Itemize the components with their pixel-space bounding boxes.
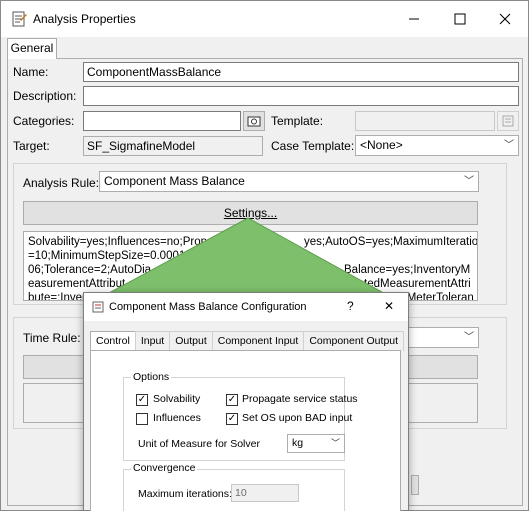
dialog-app-icon bbox=[92, 301, 104, 313]
case-template-label: Case Template: bbox=[271, 139, 355, 153]
max-iterations-field[interactable]: 10 bbox=[231, 484, 299, 502]
categories-label: Categories: bbox=[13, 114, 75, 128]
checkmark-icon: ✓ bbox=[227, 413, 237, 424]
description-label: Description: bbox=[13, 89, 77, 103]
influences-label: Influences bbox=[153, 412, 201, 424]
max-iterations-label: Maximum iterations: bbox=[138, 488, 232, 500]
tab-control[interactable]: Control bbox=[90, 331, 136, 352]
analysis-rule-dropdown[interactable]: Component Mass Balance ﹀ bbox=[99, 171, 479, 192]
template-icon bbox=[502, 115, 514, 127]
chevron-down-icon: ﹀ bbox=[330, 438, 340, 448]
config-line-2: =10;MinimumStepSize=0.0001 bbox=[28, 250, 186, 262]
tab-input[interactable]: Input bbox=[134, 331, 171, 351]
config-line-1b: yes;AutoOS=yes;MaximumIterations bbox=[304, 236, 478, 248]
browse-icon bbox=[247, 116, 261, 127]
chevron-down-icon: ﹀ bbox=[464, 176, 474, 187]
convergence-group-label: Convergence bbox=[131, 462, 198, 474]
template-browse-button[interactable] bbox=[497, 111, 519, 131]
config-line-3b: Balance=yes;InventoryM bbox=[344, 264, 471, 276]
dialog-title-bar[interactable]: Component Mass Balance Configuration ? ✕ bbox=[84, 293, 408, 321]
set-os-checkbox[interactable]: ✓ bbox=[226, 413, 238, 425]
tab-component-output[interactable]: Component Output bbox=[303, 331, 405, 351]
target-field: SF_SigmafineModel bbox=[83, 136, 263, 156]
name-field[interactable]: ComponentMassBalance bbox=[83, 62, 519, 82]
influences-checkbox[interactable] bbox=[136, 413, 148, 425]
categories-browse-button[interactable] bbox=[243, 111, 265, 131]
set-os-label: Set OS upon BAD input bbox=[242, 412, 353, 424]
config-line-5b: =MeterToleran bbox=[400, 292, 474, 301]
dialog-tabs: Control Input Output Component Input Com… bbox=[90, 331, 405, 352]
uom-value: kg bbox=[292, 437, 304, 449]
uom-dropdown[interactable]: kg ﹀ bbox=[287, 434, 345, 453]
time-rule-label: Time Rule: bbox=[23, 331, 81, 345]
maximize-button[interactable] bbox=[437, 1, 483, 37]
window-title: Analysis Properties bbox=[33, 12, 136, 26]
propagate-service-status-checkbox[interactable]: ✓ bbox=[226, 394, 238, 406]
minimize-icon bbox=[409, 18, 419, 20]
propagate-service-status-label: Propagate service status bbox=[242, 393, 358, 405]
case-template-value: <None> bbox=[360, 138, 403, 152]
tab-strip bbox=[1, 37, 528, 59]
checkmark-icon: ✓ bbox=[227, 394, 237, 405]
tab-output[interactable]: Output bbox=[169, 331, 213, 351]
properties-icon bbox=[12, 11, 27, 27]
analysis-rule-value: Component Mass Balance bbox=[104, 174, 245, 188]
chevron-down-icon: ﹀ bbox=[504, 140, 514, 151]
solvability-checkbox[interactable]: ✓ bbox=[136, 394, 148, 406]
config-dialog: Component Mass Balance Configuration ? ✕… bbox=[83, 292, 409, 511]
tab-general[interactable]: General bbox=[7, 38, 57, 59]
analysis-rule-config-text: Solvability=yes;Influences=no;Propa yes;… bbox=[23, 231, 478, 301]
title-bar[interactable]: Analysis Properties bbox=[1, 1, 528, 37]
checkmark-icon: ✓ bbox=[137, 394, 147, 405]
settings-button-label: Settings... bbox=[223, 206, 278, 220]
config-line-1: Solvability=yes;Influences=no;Propa bbox=[28, 236, 214, 248]
settings-button[interactable]: Settings... bbox=[23, 201, 478, 225]
time-rule-dropdown[interactable]: ﹀ bbox=[401, 327, 479, 348]
chevron-down-icon: ﹀ bbox=[464, 332, 474, 343]
template-label: Template: bbox=[271, 114, 324, 128]
solvability-label: Solvability bbox=[153, 393, 201, 405]
target-label: Target: bbox=[13, 139, 50, 153]
minimize-button[interactable] bbox=[391, 1, 437, 37]
help-button[interactable]: ? bbox=[347, 299, 354, 313]
analysis-rule-label: Analysis Rule: bbox=[23, 176, 100, 190]
template-field[interactable] bbox=[355, 111, 495, 131]
case-template-dropdown[interactable]: <None> ﹀ bbox=[355, 135, 519, 156]
name-label: Name: bbox=[13, 65, 49, 79]
config-line-4: easurementAttribut bbox=[28, 278, 126, 290]
tab-component-input[interactable]: Component Input bbox=[211, 331, 305, 351]
maximize-icon bbox=[454, 13, 466, 25]
description-field[interactable] bbox=[83, 86, 519, 106]
config-line-4b: tedMeasurementAttri bbox=[364, 278, 471, 290]
close-icon bbox=[499, 13, 511, 25]
dialog-close-button[interactable]: ✕ bbox=[384, 299, 394, 313]
ok-button-partial[interactable] bbox=[411, 475, 419, 495]
config-line-3: 06;Tolerance=2;AutoDia bbox=[28, 264, 152, 276]
control-tab-panel: Options ✓ Solvability ✓ Propagate servic… bbox=[90, 350, 401, 511]
uom-label: Unit of Measure for Solver bbox=[138, 438, 260, 450]
options-group-label: Options bbox=[131, 371, 172, 383]
dialog-title: Component Mass Balance Configuration bbox=[109, 301, 307, 313]
close-button[interactable] bbox=[482, 1, 528, 37]
categories-field[interactable] bbox=[83, 111, 241, 131]
